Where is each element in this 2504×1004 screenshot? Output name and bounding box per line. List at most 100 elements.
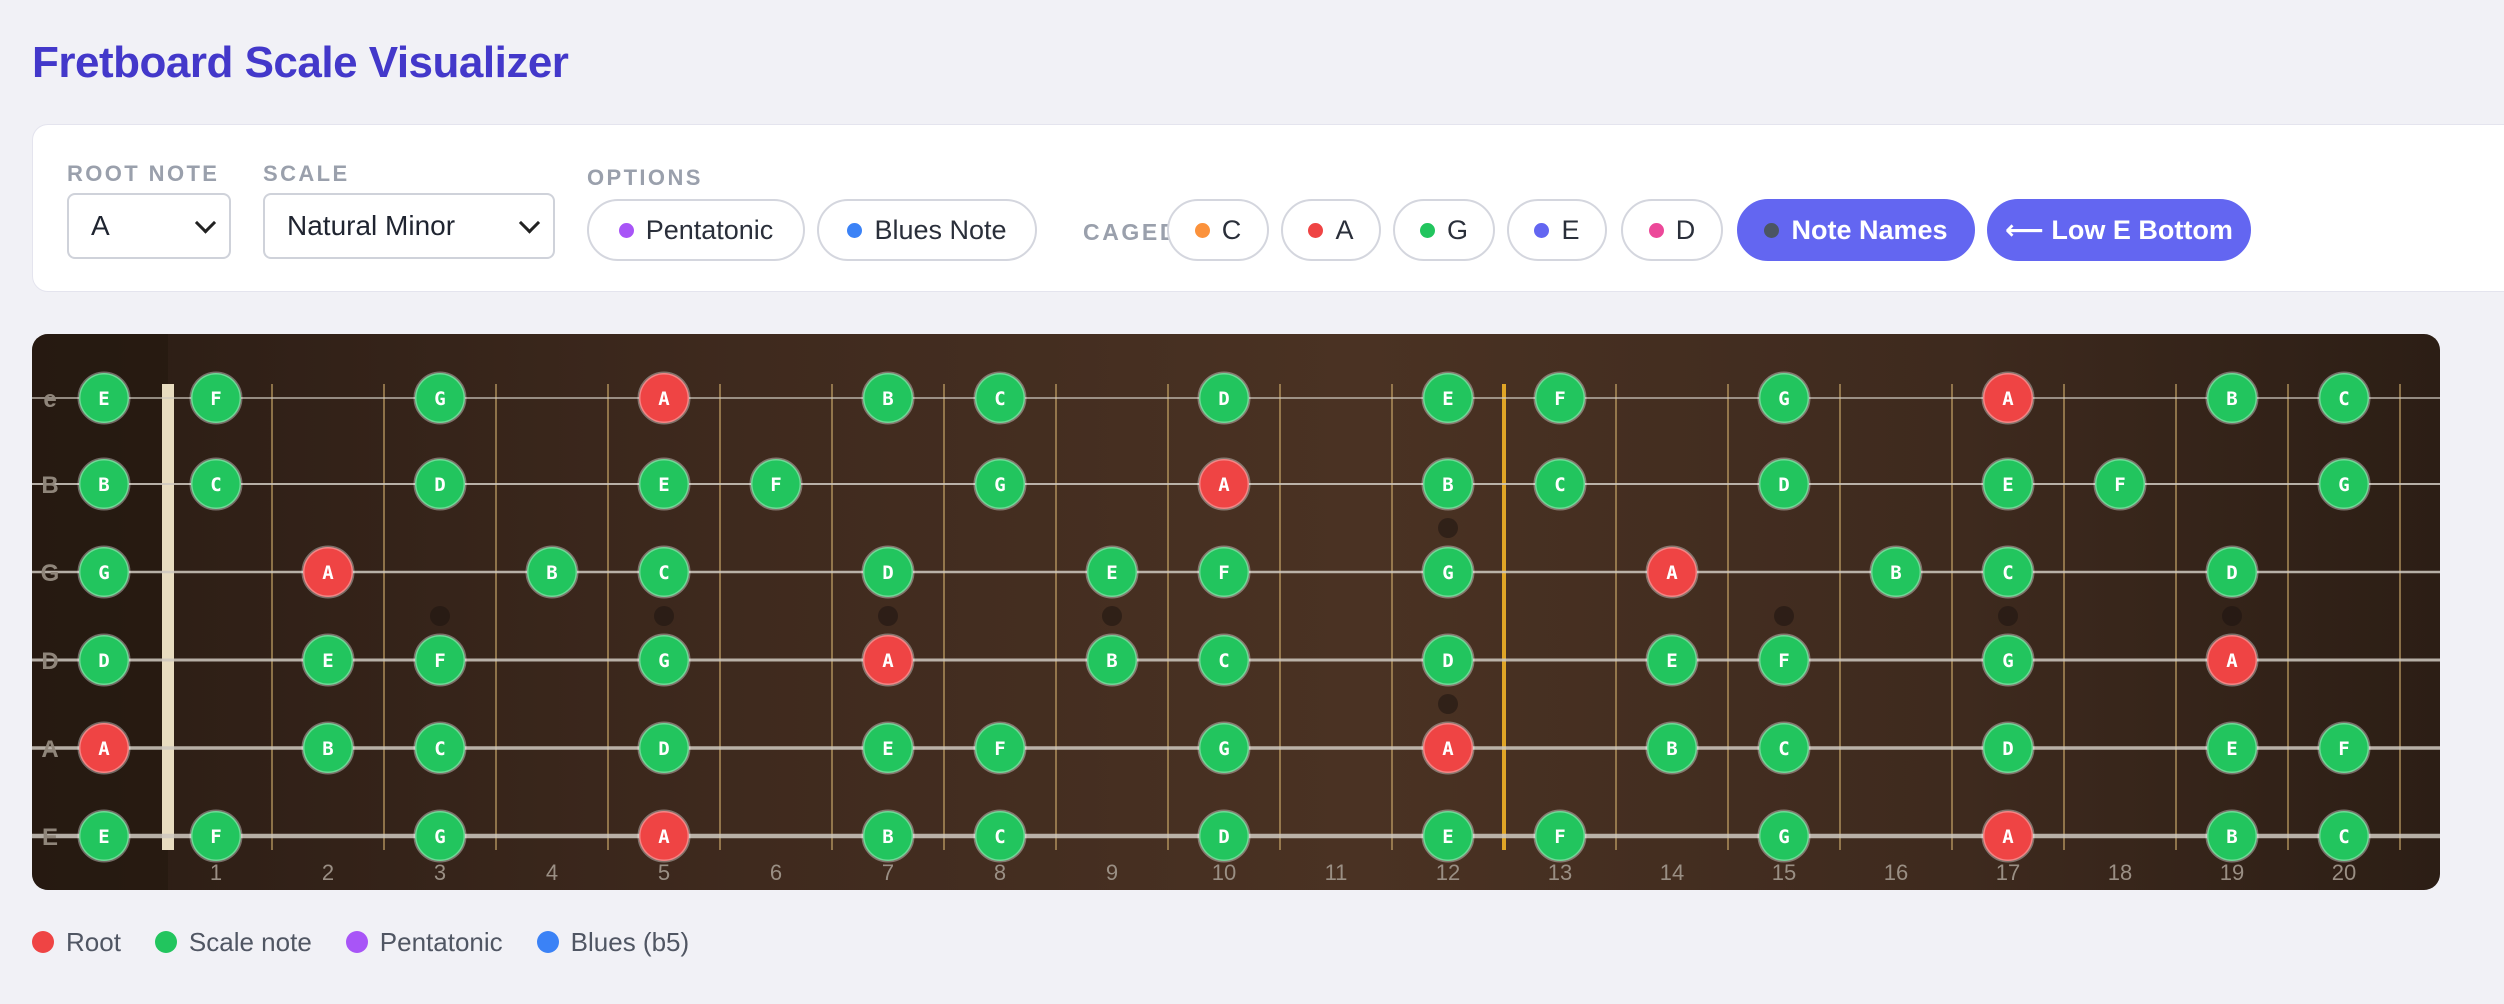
note-names-dot-icon [1764, 222, 1780, 238]
fretboard-svg: eBGDAE1 2 3 4 5 6 7 8 9 10 11 12 13 14 15 16 17 18 19 20E F G… [32, 334, 2440, 890]
fret-number: 9 [1106, 860, 1118, 885]
note-label: G [434, 388, 445, 410]
note-label: E [882, 738, 893, 760]
note-label: B [882, 388, 893, 410]
legend-item-root: Root [32, 927, 121, 958]
caged-c-toggle[interactable]: C [1167, 199, 1269, 261]
note-label: G [994, 474, 1005, 496]
fretboard: e B G D A E 1 2 3 4 5 6 7 8 9 10 11 12 13 14 15 16 17 18 19 20 E F G… [32, 334, 2440, 890]
note-label: C [2338, 388, 2349, 410]
fret-inlay [1438, 518, 1458, 538]
note-label: B [2226, 826, 2237, 848]
note-label: D [1442, 650, 1453, 672]
note-label: B [882, 826, 893, 848]
blues-note-toggle[interactable]: Blues Note [817, 199, 1037, 261]
scale-dot-icon [154, 931, 177, 953]
note-label: G [2002, 650, 2013, 672]
caged-g-toggle[interactable]: G [1393, 199, 1495, 261]
note-label: G [2338, 474, 2349, 496]
note-label: A [322, 562, 334, 584]
fret-number: 7 [882, 860, 894, 885]
caged-g-label: G [1446, 214, 1468, 245]
caged-a-toggle[interactable]: A [1281, 199, 1381, 261]
note-label: G [1442, 562, 1453, 584]
note-label: F [1554, 826, 1565, 848]
note-label: E [1666, 650, 1677, 672]
fret-number: 19 [2220, 860, 2244, 885]
note-label: C [2002, 562, 2013, 584]
options-label: OPTIONS [587, 165, 703, 190]
caged-c-dot-icon [1194, 222, 1210, 238]
root-note-select[interactable]: A [67, 193, 231, 259]
fret-number: 15 [1772, 860, 1796, 885]
note-label: A [658, 388, 670, 410]
blues-dot-icon [847, 222, 863, 238]
fret-number: 6 [770, 860, 782, 885]
pentatonic-toggle[interactable]: Pentatonic [587, 199, 805, 261]
string-label: D [41, 648, 58, 675]
legend-pentatonic-label: Pentatonic [379, 926, 503, 957]
note-label: D [98, 650, 109, 672]
legend-scale-label: Scale note [188, 926, 312, 957]
caged-d-toggle[interactable]: D [1621, 199, 1723, 261]
note-label: C [1778, 738, 1789, 760]
note-label: C [210, 474, 221, 496]
caged-e-toggle[interactable]: E [1507, 199, 1607, 261]
fret-number: 8 [994, 860, 1006, 885]
note-label: F [434, 650, 445, 672]
fret-inlay [878, 606, 898, 626]
caged-a-dot-icon [1308, 222, 1324, 238]
note-label: B [546, 562, 557, 584]
caged-e-dot-icon [1534, 222, 1550, 238]
note-names-toggle[interactable]: Note Names [1737, 199, 1975, 261]
caged-e-label: E [1561, 214, 1580, 245]
fret-inlay [1102, 606, 1122, 626]
fret-number: 16 [1884, 860, 1908, 885]
legend-root-label: Root [66, 926, 121, 957]
caged-a-label: A [1335, 214, 1354, 245]
note-label: E [2226, 738, 2237, 760]
note-label: E [2002, 474, 2013, 496]
note-label: G [658, 650, 669, 672]
fret-inlay [2222, 606, 2242, 626]
note-names-label: Note Names [1791, 214, 1948, 245]
blues-legend-dot-icon [536, 931, 559, 953]
fret-number: 5 [658, 860, 670, 885]
note-label: B [2226, 388, 2237, 410]
fret-inlay [430, 606, 450, 626]
note-label: D [882, 562, 893, 584]
note-label: G [1218, 738, 1229, 760]
chevron-down-icon [518, 212, 541, 234]
nut [162, 384, 174, 850]
scale-select[interactable]: Natural Minor [263, 193, 555, 259]
note-label: C [994, 826, 1005, 848]
note-label: A [2002, 388, 2014, 410]
note-label: F [210, 826, 221, 848]
fret-number: 14 [1660, 860, 1684, 885]
note-label: E [1106, 562, 1117, 584]
pentatonic-legend-dot-icon [345, 931, 368, 953]
legend-item-blues: Blues (b5) [536, 927, 689, 958]
note-label: B [1890, 562, 1901, 584]
caged-d-label: D [1675, 214, 1696, 245]
legend-item-pentatonic: Pentatonic [345, 926, 503, 958]
fret-number: 4 [546, 860, 558, 885]
note-label: A [1666, 562, 1678, 584]
low-e-bottom-toggle[interactable]: ⟵ Low E Bottom [1987, 199, 2251, 261]
note-label: E [1442, 826, 1453, 848]
fret-number: 18 [2108, 860, 2132, 885]
root-note-value: A [91, 210, 110, 241]
note-label: A [882, 650, 894, 672]
note-label: A [1218, 474, 1230, 496]
note-label: D [434, 474, 445, 496]
fret-number: 10 [1212, 860, 1236, 885]
pentatonic-label: Pentatonic [645, 214, 774, 245]
root-note-label: ROOT NOTE [67, 161, 220, 186]
note-label: G [98, 562, 109, 584]
note-label: F [2338, 738, 2349, 760]
note-label: F [1778, 650, 1789, 672]
string-label: B [41, 472, 58, 499]
note-label: F [2114, 474, 2125, 496]
note-label: D [1778, 474, 1789, 496]
string-label: A [41, 736, 58, 763]
